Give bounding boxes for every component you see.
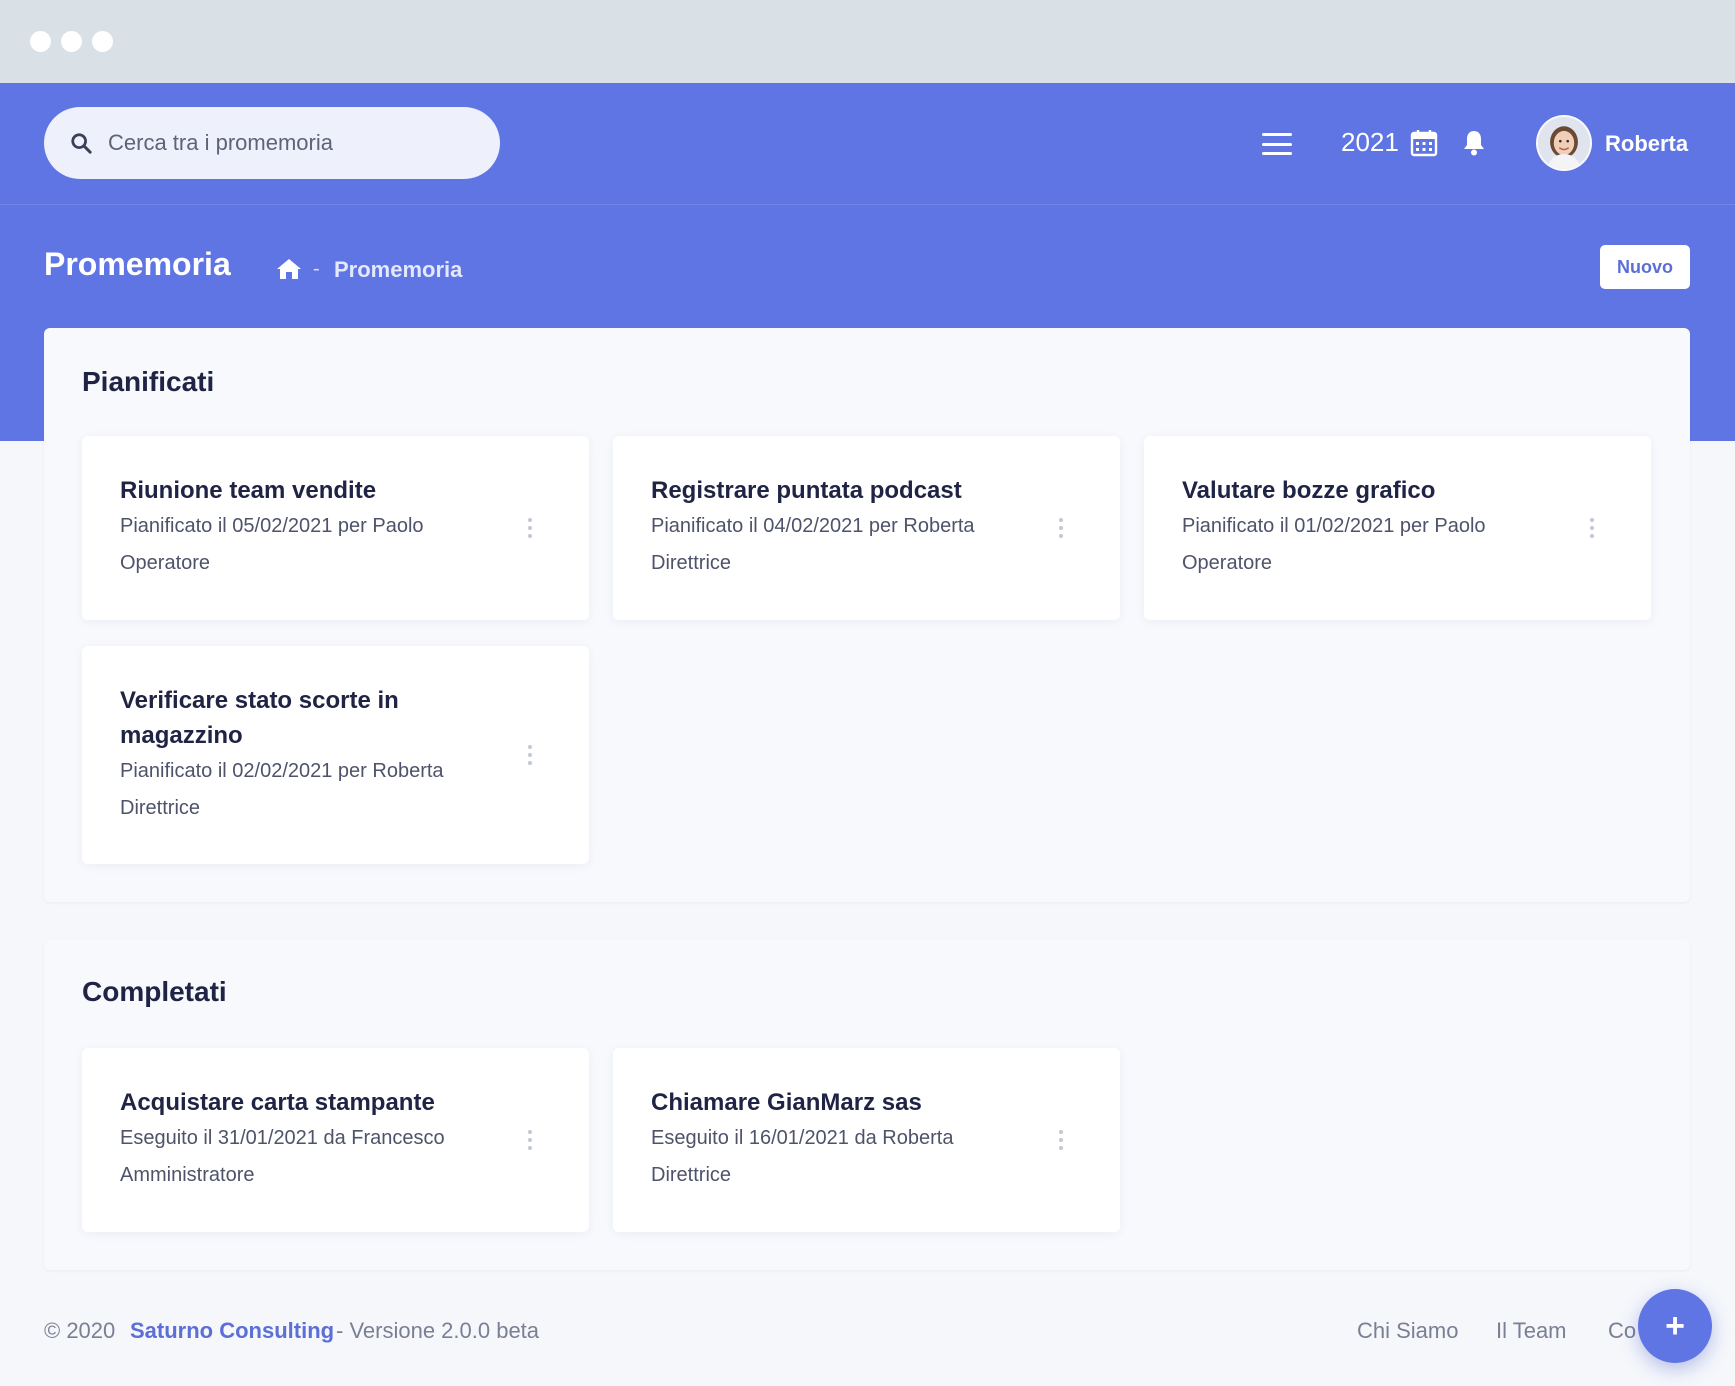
card-meta: Pianificato il 05/02/2021 per Paolo Oper… <box>120 515 424 574</box>
app-window: Cerca tra i promemoria 2021 Roberta Prom… <box>0 0 1735 1386</box>
calendar-icon[interactable] <box>1410 129 1438 157</box>
more-options-icon[interactable] <box>527 745 533 765</box>
footer-link-chi-siamo[interactable]: Chi Siamo <box>1357 1318 1458 1344</box>
card-meta: Eseguito il 16/01/2021 da Roberta Dirett… <box>651 1127 954 1186</box>
section-title: Completati <box>82 976 227 1007</box>
window-close-dot[interactable] <box>30 31 51 52</box>
breadcrumb-current: Promemoria <box>334 257 463 282</box>
section-title: Pianificati <box>82 366 215 397</box>
card-meta: Eseguito il 31/01/2021 da Francesco Ammi… <box>120 1127 445 1186</box>
year-selector[interactable]: 2021 <box>1341 127 1399 158</box>
breadcrumb-separator: - <box>313 258 320 280</box>
footer-brand-link[interactable]: Saturno Consulting <box>130 1318 334 1344</box>
window-minimize-dot[interactable] <box>61 31 82 52</box>
card-meta: Pianificato il 01/02/2021 per Paolo Oper… <box>1182 515 1486 574</box>
footer-link-contatti[interactable]: Co <box>1608 1318 1636 1344</box>
footer-link-il-team[interactable]: Il Team <box>1496 1318 1567 1344</box>
add-fab-button[interactable]: + <box>1638 1289 1712 1363</box>
card-meta: Pianificato il 02/02/2021 per Roberta Di… <box>120 760 444 819</box>
window-titlebar <box>0 0 1735 83</box>
footer-copyright: © 2020 <box>44 1318 116 1343</box>
reminder-card[interactable]: Valutare bozze grafico Pianificato il 01… <box>1144 436 1651 620</box>
reminder-card[interactable]: Verificare stato scorte in magazzino Pia… <box>82 646 589 864</box>
reminder-card[interactable]: Riunione team vendite Pianificato il 05/… <box>82 436 589 620</box>
avatar[interactable] <box>1536 115 1592 171</box>
reminder-card[interactable]: Acquistare carta stampante Eseguito il 3… <box>82 1048 589 1232</box>
more-options-icon[interactable] <box>527 1130 533 1150</box>
card-meta: Pianificato il 04/02/2021 per Roberta Di… <box>651 515 975 574</box>
more-options-icon[interactable] <box>527 518 533 538</box>
card-title: Registrare puntata podcast <box>651 477 962 504</box>
card-title: Riunione team vendite <box>120 477 377 504</box>
window-maximize-dot[interactable] <box>92 31 113 52</box>
new-button[interactable]: Nuovo <box>1600 245 1690 289</box>
footer-version: - Versione 2.0.0 beta <box>336 1318 540 1343</box>
card-title: Chiamare GianMarz sas <box>651 1089 922 1116</box>
search-input[interactable]: Cerca tra i promemoria <box>44 107 500 179</box>
planned-section: Pianificati Riunione team vendite Pianif… <box>44 328 1690 902</box>
topbar-divider <box>0 204 1735 205</box>
user-name[interactable]: Roberta <box>1605 131 1688 157</box>
reminder-card[interactable]: Chiamare GianMarz sas Eseguito il 16/01/… <box>613 1048 1120 1232</box>
home-icon[interactable] <box>276 257 302 281</box>
page-title: Promemoria <box>44 246 231 282</box>
more-options-icon[interactable] <box>1058 518 1064 538</box>
search-placeholder: Cerca tra i promemoria <box>108 130 333 155</box>
completed-section: Completati Acquistare carta stampante Es… <box>44 940 1690 1270</box>
more-options-icon[interactable] <box>1589 518 1595 538</box>
card-title: Acquistare carta stampante <box>120 1089 435 1116</box>
search-icon <box>71 133 92 154</box>
more-options-icon[interactable] <box>1058 1130 1064 1150</box>
card-title: Valutare bozze grafico <box>1182 477 1436 504</box>
bell-icon[interactable] <box>1461 129 1487 157</box>
card-title: Verificare stato scorte in magazzino <box>120 687 399 749</box>
menu-icon[interactable] <box>1262 133 1292 155</box>
reminder-card[interactable]: Registrare puntata podcast Pianificato i… <box>613 436 1120 620</box>
